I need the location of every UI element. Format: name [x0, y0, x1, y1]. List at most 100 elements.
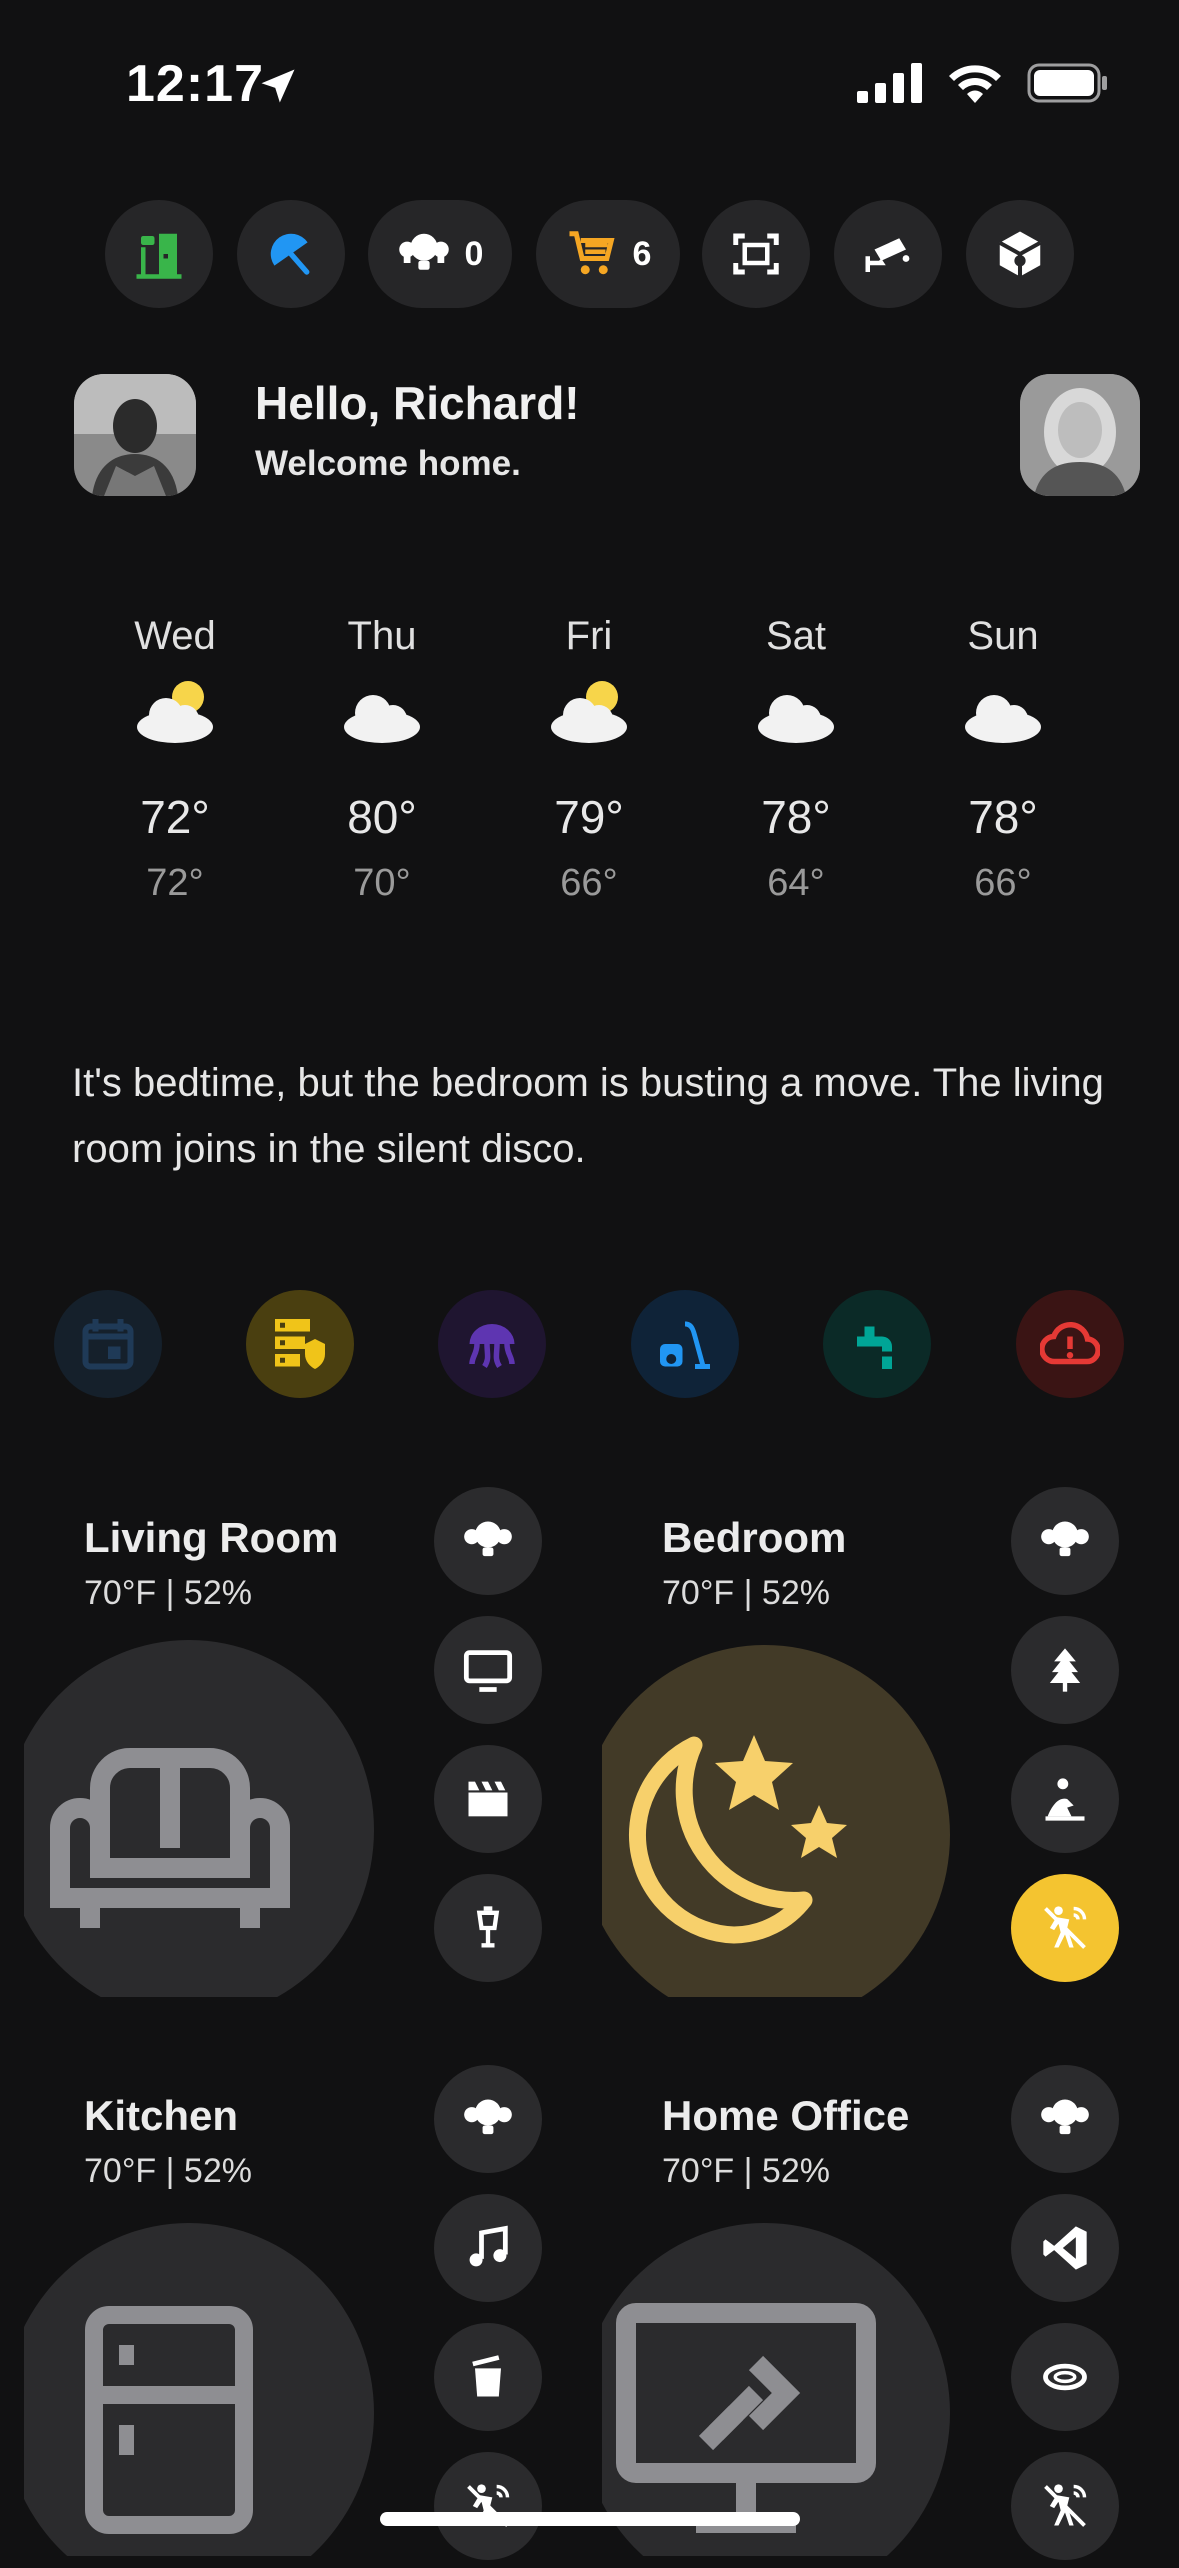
- chip-weather-umbrella[interactable]: [237, 200, 345, 308]
- forecast-day: Sun 78° 66°: [903, 614, 1103, 905]
- pine-tree-icon: [1049, 1648, 1081, 1692]
- motion-sensor-icon: [1044, 2484, 1087, 2527]
- lightbulb-group-icon: [464, 1521, 512, 1557]
- home-office-ring-light-button[interactable]: [1011, 2323, 1119, 2431]
- quick-action-calendar[interactable]: [54, 1290, 162, 1398]
- quick-action-server-security[interactable]: [246, 1290, 354, 1398]
- faucet-icon: [857, 1326, 892, 1369]
- room-name: Home Office: [662, 2092, 910, 2139]
- tv-icon: [463, 1650, 513, 1692]
- quick-action-water[interactable]: [823, 1290, 931, 1398]
- room-name: Living Room: [84, 1514, 339, 1561]
- chip-camera[interactable]: [834, 200, 942, 308]
- umbrella-icon: [270, 233, 310, 275]
- chip-lights-count: 0: [464, 234, 484, 273]
- kitchen-trash-button[interactable]: [434, 2323, 542, 2431]
- sofa-icon: [50, 1748, 290, 1928]
- room-name: Bedroom: [662, 1514, 847, 1561]
- kitchen-motion-button[interactable]: [434, 2452, 542, 2560]
- forecast-low: 64°: [767, 862, 825, 904]
- kitchen-music-button[interactable]: [434, 2194, 542, 2302]
- forecast-day-name: Sat: [765, 614, 827, 658]
- forecast-high: 72°: [140, 791, 210, 843]
- cctv-camera-icon: [865, 238, 910, 272]
- living-room-lamp-button[interactable]: [434, 1874, 542, 1982]
- forecast-day-name: Sun: [967, 614, 1039, 658]
- forecast-high: 78°: [761, 791, 831, 843]
- forecast-low: 66°: [974, 862, 1032, 904]
- motion-sensor-icon: [1044, 1906, 1087, 1949]
- ring-light-icon: [1043, 2363, 1087, 2391]
- forecast-day: Wed 72° 72°: [75, 614, 275, 905]
- cloudy-icon: [344, 695, 420, 743]
- user-avatar-richard[interactable]: [74, 374, 196, 496]
- lamp-post-icon: [476, 1906, 500, 1948]
- scan-frame-icon: [733, 233, 779, 275]
- forecast-low: 72°: [146, 862, 204, 904]
- jellyfish-icon: [469, 1324, 515, 1369]
- chip-scan[interactable]: [702, 200, 810, 308]
- remote-desktop-icon: [616, 2303, 876, 2533]
- living-room-movie-button[interactable]: [434, 1745, 542, 1853]
- forecast-day: Thu 80° 70°: [282, 614, 482, 905]
- home-summary-text: It's bedtime, but the bedroom is busting…: [72, 1061, 1104, 1171]
- forecast-high: 80°: [347, 791, 417, 843]
- forecast-day-name: Thu: [347, 614, 417, 658]
- vscode-icon: [1043, 2226, 1087, 2270]
- kitchen-lights-button[interactable]: [434, 2065, 542, 2173]
- vacuum-icon: [660, 1321, 710, 1369]
- forecast-low: 70°: [353, 862, 411, 904]
- partly-cloudy-icon: [551, 681, 627, 743]
- bedroom-motion-button[interactable]: [1011, 1874, 1119, 1982]
- clapperboard-icon: [468, 1781, 508, 1817]
- quick-action-cloud-alert[interactable]: [1016, 1290, 1124, 1398]
- bedroom-lights-button[interactable]: [1011, 1487, 1119, 1595]
- chip-lights[interactable]: 0: [368, 200, 512, 308]
- status-icons: [857, 62, 1109, 104]
- home-office-vscode-button[interactable]: [1011, 2194, 1119, 2302]
- chip-package[interactable]: [966, 200, 1074, 308]
- cloudy-icon: [758, 695, 834, 743]
- forecast-high: 78°: [968, 791, 1038, 843]
- sleep-icon: [1045, 1778, 1085, 1821]
- lightbulb-group-icon: [398, 233, 449, 270]
- wifi-icon: [949, 65, 1001, 103]
- forecast-day: Fri 79° 66°: [489, 614, 689, 905]
- music-note-icon: [469, 2225, 508, 2267]
- greeting-title: Hello, Richard!: [255, 377, 580, 429]
- room-climate: 70°F | 52%: [662, 1574, 830, 1612]
- lightbulb-group-icon: [1041, 1521, 1089, 1557]
- forecast-low: 66°: [560, 862, 618, 904]
- chip-shopping[interactable]: 6: [536, 200, 680, 308]
- living-room-tv-button[interactable]: [434, 1616, 542, 1724]
- room-climate: 70°F | 52%: [662, 2152, 830, 2190]
- home-office-lights-button[interactable]: [1011, 2065, 1119, 2173]
- living-room-lights-button[interactable]: [434, 1487, 542, 1595]
- forecast-high: 79°: [554, 791, 624, 843]
- fridge-icon: [85, 2306, 253, 2534]
- home-indicator[interactable]: [380, 2512, 800, 2526]
- room-climate: 70°F | 52%: [84, 2152, 252, 2190]
- forecast-day: Sat 78° 64°: [696, 614, 896, 905]
- forecast-day-name: Wed: [134, 614, 216, 658]
- cloudy-icon: [965, 695, 1041, 743]
- trash-can-icon: [472, 2355, 501, 2397]
- bedroom-tree-button[interactable]: [1011, 1616, 1119, 1724]
- cloud-alert-icon: [1040, 1321, 1100, 1365]
- bedroom-sleep-button[interactable]: [1011, 1745, 1119, 1853]
- partly-cloudy-icon: [137, 681, 213, 743]
- user-avatar-partner[interactable]: [1020, 374, 1140, 496]
- home-office-motion-button[interactable]: [1011, 2452, 1119, 2560]
- location-arrow-icon: [261, 69, 295, 103]
- chip-door[interactable]: [105, 200, 213, 308]
- calendar-icon: [82, 1319, 134, 1370]
- cart-icon: [569, 231, 615, 275]
- room-name: Kitchen: [84, 2092, 239, 2139]
- quick-action-jellyfish[interactable]: [438, 1290, 546, 1398]
- lightbulb-group-icon: [464, 2099, 512, 2135]
- quick-action-vacuum[interactable]: [631, 1290, 739, 1398]
- lightbulb-group-icon: [1041, 2099, 1089, 2135]
- chip-shopping-count: 6: [632, 234, 652, 273]
- battery-icon: [1027, 63, 1107, 103]
- signal-icon: [857, 63, 922, 103]
